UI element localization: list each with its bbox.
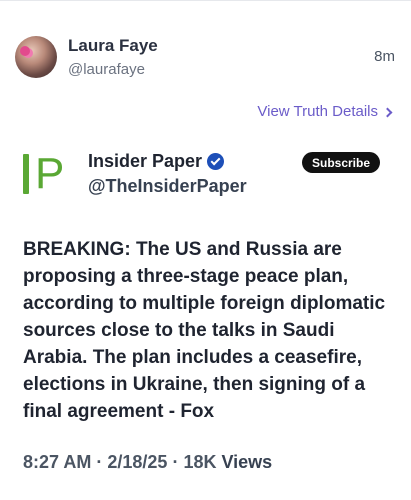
- embed-post-text: BREAKING: The US and Russia are proposin…: [23, 239, 386, 422]
- meta-separator: ·: [172, 452, 184, 472]
- logo-letter: P: [35, 149, 64, 198]
- view-truth-details-link[interactable]: View Truth Details: [257, 103, 393, 120]
- logo-bar: [23, 154, 29, 194]
- author-name[interactable]: Laura Faye: [68, 36, 158, 56]
- details-link-label: View Truth Details: [257, 103, 378, 120]
- meta-separator: ·: [96, 452, 108, 472]
- insider-paper-logo[interactable]: P: [23, 152, 77, 196]
- embed-views-label: Views: [221, 452, 273, 472]
- chevron-right-icon: [382, 107, 393, 117]
- avatar-flower-decoration: [20, 46, 30, 56]
- embed-author-name-text: Insider Paper: [88, 151, 203, 171]
- embed-author-name[interactable]: Insider Paper: [88, 151, 225, 172]
- avatar[interactable]: [15, 36, 57, 78]
- verified-badge-icon: [207, 153, 225, 170]
- post-timestamp: 8m: [374, 48, 395, 65]
- author-handle[interactable]: @laurafaye: [68, 61, 145, 78]
- subscribe-button[interactable]: Subscribe: [302, 152, 380, 173]
- embed-post-time: 8:27 AM: [23, 452, 92, 472]
- post-header: Laura Faye @laurafaye 8m: [0, 0, 411, 96]
- embed-views-count: 18K: [183, 452, 222, 472]
- embed-author-handle[interactable]: @TheInsiderPaper: [88, 176, 247, 197]
- embed-post-date: 2/18/25: [107, 452, 168, 472]
- embed-post-meta: 8:27 AM · 2/18/25 · 18K Views: [23, 452, 272, 473]
